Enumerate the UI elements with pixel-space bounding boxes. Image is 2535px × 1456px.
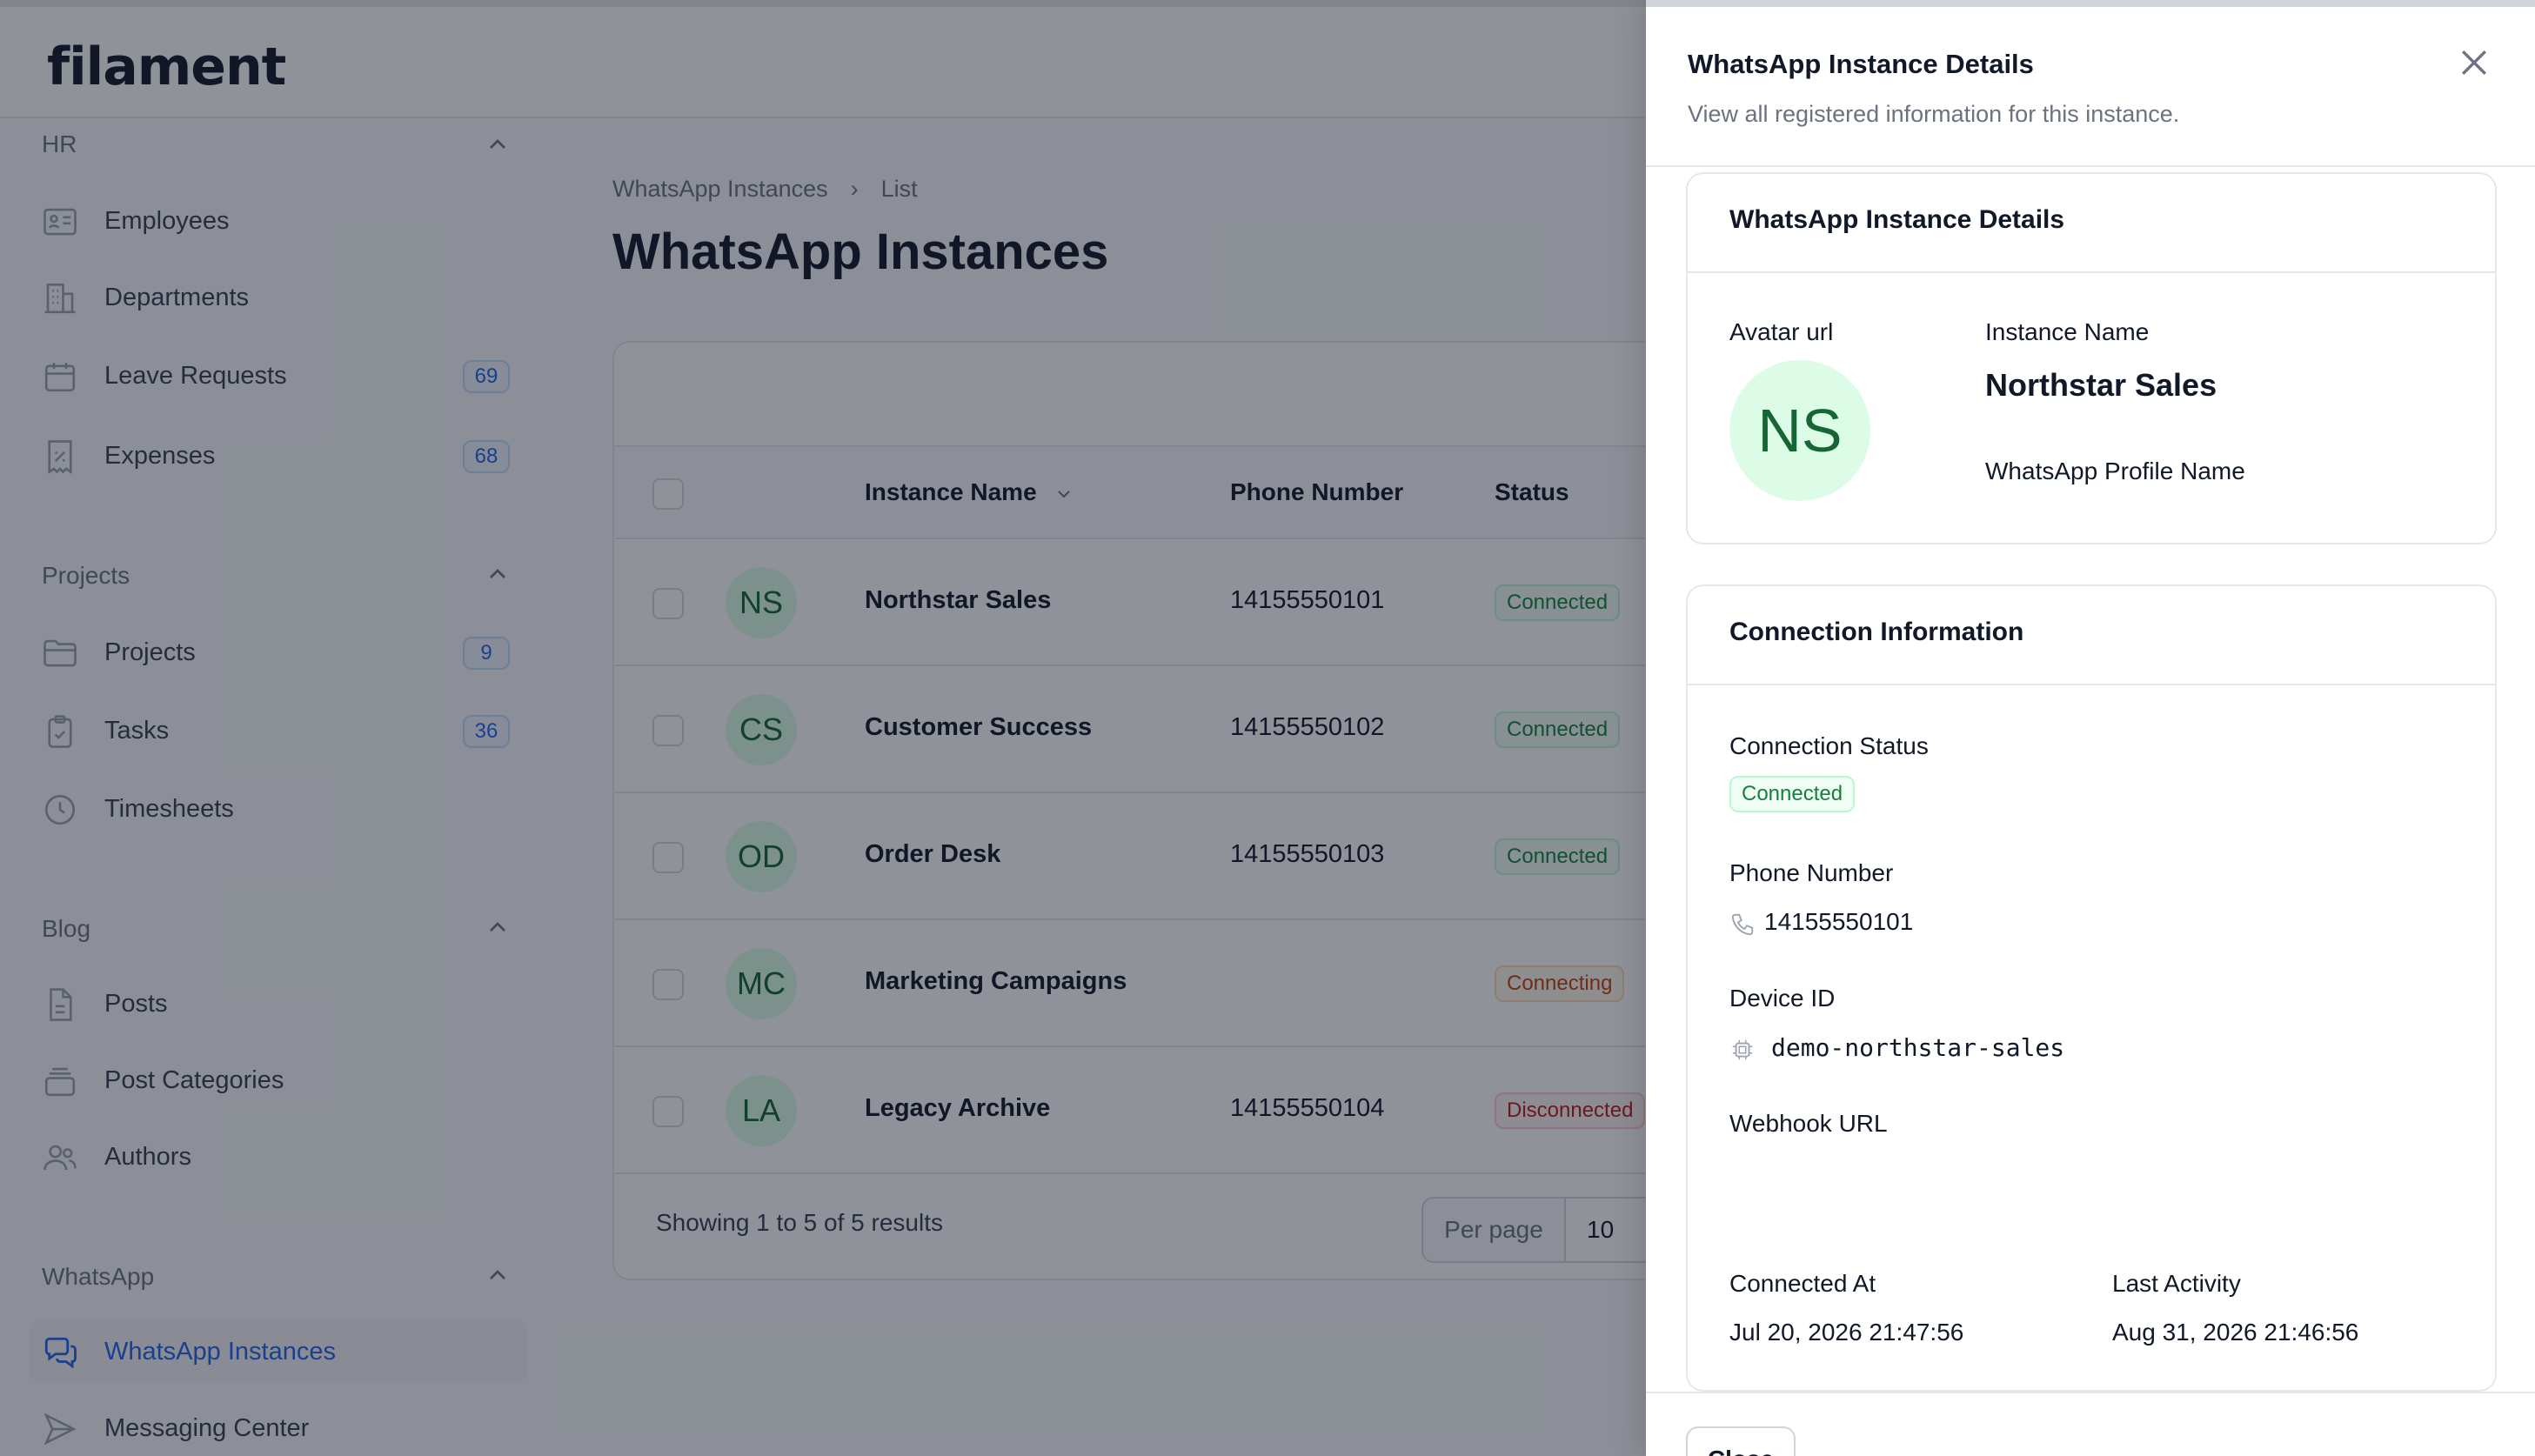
phone-number-label: Phone Number [1729,859,1894,886]
device-id-label: Device ID [1729,985,1836,1012]
status-badge: Connected [1729,776,1856,812]
section-title: WhatsApp Instance Details [1729,205,2065,234]
panel-title: WhatsApp Instance Details [1688,49,2034,79]
phone-number-value: 14155550101 [1764,908,1914,935]
section-header: WhatsApp Instance Details [1688,174,2495,273]
cpu-chip-icon [1732,1039,1753,1060]
panel-footer: Close [1646,1392,2535,1456]
panel-subtitle: View all registered information for this… [1688,101,2180,127]
avatar: NS [1729,360,1870,501]
details-section: WhatsApp Instance Details Avatar url NS … [1686,172,2497,544]
connected-at-label: Connected At [1729,1270,1876,1297]
instance-name-value: Northstar Sales [1985,367,2217,403]
modal-overlay[interactable] [0,0,1646,1456]
section-title: Connection Information [1729,618,2024,646]
instance-name-label: Instance Name [1985,318,2150,345]
connection-section: Connection Information Connection Status… [1686,584,2497,1392]
close-button[interactable]: Close [1686,1426,1796,1456]
avatar-url-label: Avatar url [1729,318,1834,345]
profile-name-label: WhatsApp Profile Name [1985,458,2245,484]
device-id-value: demo-northstar-sales [1771,1033,2065,1062]
close-icon[interactable] [2455,43,2493,82]
webhook-url-label: Webhook URL [1729,1110,1888,1137]
phone-icon [1731,913,1754,936]
connection-status-label: Connection Status [1729,732,1929,759]
last-activity-label: Last Activity [2112,1270,2241,1297]
panel-header: WhatsApp Instance Details View all regis… [1646,7,2535,167]
last-activity-value: Aug 31, 2026 21:46:56 [2112,1319,2359,1346]
connected-at-value: Jul 20, 2026 21:47:56 [1729,1319,1964,1346]
section-header: Connection Information [1688,586,2495,685]
instance-details-panel: WhatsApp Instance Details View all regis… [1646,0,2535,1456]
